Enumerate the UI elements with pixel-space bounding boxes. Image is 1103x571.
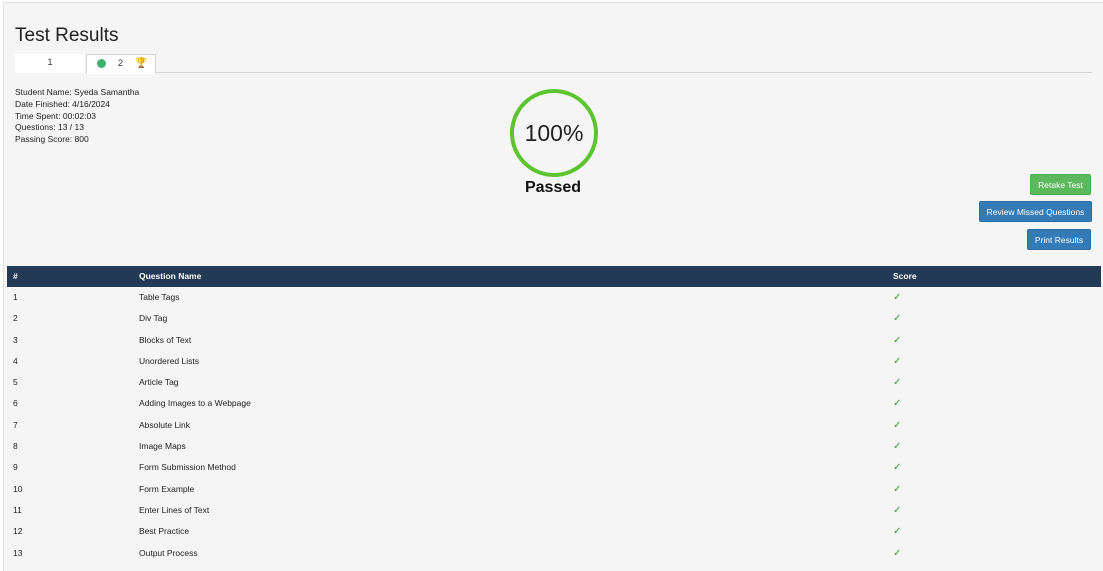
check-icon: ✓ — [893, 355, 902, 367]
row-question-name: Form Example — [139, 483, 195, 494]
check-icon: ✓ — [893, 419, 902, 431]
time-spent: Time Spent: 00:02:03 — [15, 110, 96, 121]
header-number: # — [13, 271, 18, 281]
check-icon: ✓ — [893, 526, 902, 538]
results-panel: Test Results 1 2 🏆 Student Name: Syeda S… — [3, 2, 1103, 571]
check-icon: ✓ — [893, 292, 902, 303]
check-icon: ✓ — [893, 441, 902, 453]
header-question-name: Question Name — [139, 271, 202, 281]
results-table: # Question Name Score 1 Table Tags ✓ 2 Div T… — [7, 266, 1101, 564]
tab-label: 1 — [47, 57, 53, 67]
header-score: Score — [893, 271, 917, 281]
row-number: 9 — [13, 462, 18, 473]
student-info: Student Name: Syeda Samantha Date Finish… — [15, 87, 139, 146]
table-row: 10 Form Example ✓ — [7, 479, 1101, 500]
tab-attempt-2[interactable]: 2 🏆 — [86, 54, 156, 74]
status-dot-icon — [97, 59, 106, 68]
row-number: 7 — [13, 419, 18, 430]
row-question-name: Enter Lines of Text — [139, 504, 210, 515]
row-number: 3 — [13, 334, 18, 345]
table-row: 13 Output Process ✓ — [7, 543, 1101, 564]
score-percent: 100% — [524, 119, 584, 146]
table-row: 6 Adding Images to a Webpage ✓ — [7, 393, 1101, 414]
check-icon: ✓ — [893, 483, 902, 495]
score-ring: 100% — [510, 89, 598, 177]
date-finished: Date Finished: 4/16/2024 — [15, 98, 110, 109]
row-question-name: Blocks of Text — [139, 334, 192, 345]
trophy-icon: 🏆 — [135, 58, 148, 69]
row-question-name: Table Tags — [139, 292, 180, 302]
row-number: 11 — [13, 504, 22, 515]
row-number: 6 — [13, 398, 18, 409]
check-icon: ✓ — [893, 547, 902, 559]
row-number: 12 — [13, 526, 23, 537]
page-title: Test Results — [15, 25, 119, 46]
tab-attempt-1[interactable]: 1 — [15, 54, 85, 73]
check-icon: ✓ — [893, 462, 902, 474]
row-question-name: Output Process — [139, 547, 198, 558]
table-row: 9 Form Submission Method ✓ — [7, 457, 1101, 478]
retake-test-button[interactable]: Retake Test — [1030, 174, 1091, 195]
row-question-name: Absolute Link — [139, 419, 191, 430]
row-question-name: Form Submission Method — [139, 462, 236, 473]
row-question-name: Article Tag — [139, 377, 179, 388]
tab-label: 2 — [118, 58, 124, 68]
row-question-name: Adding Images to a Webpage — [139, 398, 251, 409]
review-missed-questions-button[interactable]: Review Missed Questions — [979, 201, 1092, 222]
table-row: 8 Image Maps ✓ — [7, 436, 1101, 457]
check-icon: ✓ — [893, 377, 902, 389]
table-row: 7 Absolute Link ✓ — [7, 415, 1101, 436]
student-name: Student Name: Syeda Samantha — [15, 87, 140, 97]
row-question-name: Image Maps — [139, 441, 186, 452]
table-header: # Question Name Score — [7, 266, 1101, 287]
passing-score: Passing Score: 800 — [15, 134, 89, 145]
table-row: 1 Table Tags ✓ — [7, 287, 1101, 308]
result-status: Passed — [524, 179, 582, 196]
table-row: 2 Div Tag ✓ — [7, 308, 1101, 329]
check-icon: ✓ — [893, 398, 902, 410]
table-row: 12 Best Practice ✓ — [7, 521, 1101, 542]
table-row: 5 Article Tag ✓ — [7, 372, 1101, 393]
print-results-button[interactable]: Print Results — [1027, 229, 1091, 250]
row-number: 13 — [13, 547, 23, 558]
row-question-name: Div Tag — [139, 313, 168, 324]
row-number: 5 — [13, 377, 18, 388]
check-icon: ✓ — [893, 334, 902, 346]
row-number: 2 — [13, 313, 18, 324]
row-question-name: Unordered Lists — [139, 355, 200, 366]
table-body: 1 Table Tags ✓ 2 Div Tag ✓ 3 Blocks of Text ✓ 4 Un… — [7, 287, 1101, 564]
row-number: 10 — [13, 483, 23, 494]
table-row: 3 Blocks of Text ✓ — [7, 330, 1101, 351]
attempt-tabs: 1 2 🏆 — [15, 53, 1092, 74]
row-number: 4 — [13, 355, 18, 366]
row-number: 8 — [13, 441, 18, 452]
row-question-name: Best Practice — [139, 526, 190, 537]
table-row: 11 Enter Lines of Text ✓ — [7, 500, 1101, 521]
check-icon: ✓ — [893, 313, 902, 325]
row-number: 1 — [13, 292, 18, 302]
questions-count: Questions: 13 / 13 — [15, 122, 84, 133]
table-row: 4 Unordered Lists ✓ — [7, 351, 1101, 372]
check-icon: ✓ — [893, 504, 902, 516]
